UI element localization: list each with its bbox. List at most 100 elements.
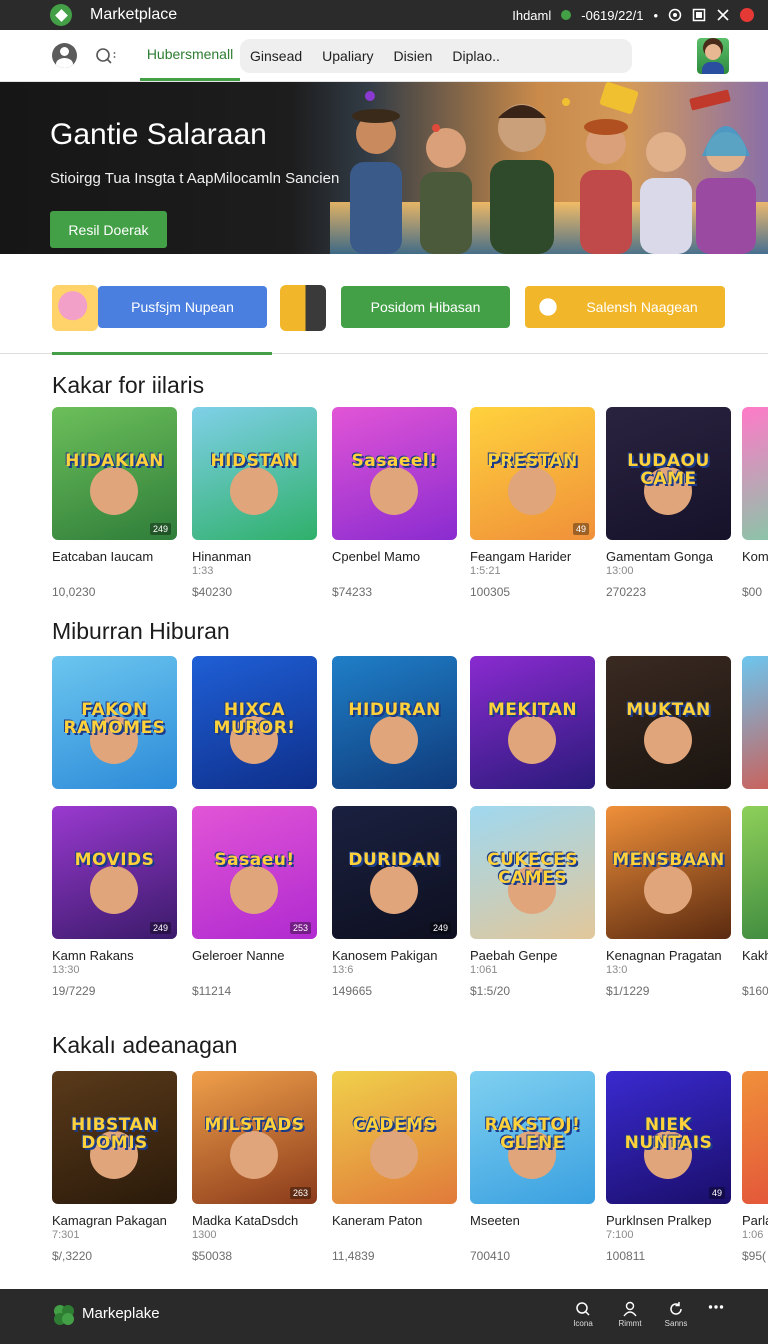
game-name: Hinanman: [192, 549, 252, 564]
status-text: Ihdaml: [512, 7, 552, 23]
game-price: 149665: [332, 984, 373, 998]
game-card[interactable]: MUKTAN: [606, 656, 731, 789]
game-card[interactable]: DURIDAN 249 Kanosem Pakigan 13:6 149665: [332, 806, 457, 998]
game-card[interactable]: MEKITAN: [470, 656, 595, 789]
game-card[interactable]: CADEMS Kaneram Paton 11,4839: [332, 1071, 457, 1263]
game-thumbnail[interactable]: MUKTAN: [606, 656, 731, 789]
game-card[interactable]: Sasaeel! Cpenbel Mamo $74233: [332, 407, 457, 599]
game-thumbnail[interactable]: LUDAOU CAME: [606, 407, 731, 540]
hero-banner: Gantie Salaraan Stioirgg Tua Insgta t Aa…: [0, 82, 768, 254]
game-card[interactable]: RAKSTOJ! GLENE Mseeten 700410: [470, 1071, 595, 1263]
game-thumbnail[interactable]: HIBSTAN DOMIS: [52, 1071, 177, 1204]
game-thumbnail[interactable]: FAKON RAMOMES: [52, 656, 177, 789]
game-name: Kanosem Pakigan: [332, 948, 438, 963]
brand-logo-icon: [54, 1305, 74, 1325]
tab-1[interactable]: Ginsead: [240, 48, 312, 64]
game-thumbnail[interactable]: Sasaeu! 253: [192, 806, 317, 939]
thumbnail-title: MUKTAN: [626, 700, 711, 721]
game-thumbnail[interactable]: HIDSTAN: [192, 407, 317, 540]
game-price: $1/1229: [606, 984, 650, 998]
hero-title: Gantie Salaraan: [50, 118, 267, 151]
game-card[interactable]: HIDURAN: [332, 656, 457, 789]
thumbnail-title: MEKITAN: [487, 700, 578, 721]
game-price: $00: [742, 585, 763, 599]
bottom-more-button[interactable]: [696, 1303, 736, 1313]
character-illustration: [230, 467, 278, 515]
bottom-search-button[interactable]: Icona: [563, 1301, 603, 1328]
bottom-refresh-button[interactable]: Sanns: [656, 1301, 696, 1328]
game-meta: 7:100: [606, 1229, 634, 1241]
game-card[interactable]: [742, 656, 768, 789]
wifi-icon: [668, 8, 682, 22]
character-illustration: [370, 866, 418, 914]
thumbnail-title: RAKSTOJ! GLENE: [484, 1115, 581, 1154]
notification-icon[interactable]: [740, 8, 754, 22]
thumbnail-title: HIDSTAN: [210, 451, 299, 472]
game-card[interactable]: Parla1:06 $95(: [742, 1071, 768, 1263]
thumbnail-title: MOVIDS: [74, 850, 155, 871]
profile-avatar[interactable]: [697, 38, 729, 74]
game-price: $40230: [192, 585, 233, 599]
game-thumbnail[interactable]: [742, 1071, 768, 1204]
account-icon[interactable]: [52, 43, 77, 68]
game-card[interactable]: HIDSTAN Hinanman 1:33 $40230: [192, 407, 317, 599]
game-thumbnail[interactable]: CUKECES CAMES: [470, 806, 595, 939]
game-thumbnail[interactable]: DURIDAN 249: [332, 806, 457, 939]
tab-3[interactable]: Disien: [384, 48, 443, 64]
game-thumbnail[interactable]: MENSBAAN: [606, 806, 731, 939]
game-meta: 1:061: [470, 964, 498, 976]
game-price: $74233: [332, 585, 373, 599]
thumbnail-title: HIDURAN: [348, 700, 441, 721]
thumbnail-badge: 49: [708, 1187, 725, 1199]
action-button-2[interactable]: Posidom Hibasan: [341, 286, 510, 328]
game-card[interactable]: MENSBAAN Kenagnan Pragatan 13:0 $1/1229: [606, 806, 731, 998]
character-illustration: [644, 716, 692, 764]
tab-2[interactable]: Upaliary: [312, 48, 383, 64]
game-thumbnail[interactable]: Sasaeel!: [332, 407, 457, 540]
hero-cta-button[interactable]: Resil Doerak: [50, 211, 167, 248]
game-card[interactable]: HIBSTAN DOMIS Kamagran Pakagan 7:301 $/,322…: [52, 1071, 177, 1263]
active-indicator: [52, 352, 272, 355]
game-card[interactable]: LUDAOU CAME Gamentam Gonga 13:00 270223: [606, 407, 731, 599]
game-thumbnail[interactable]: [742, 656, 768, 789]
game-thumbnail[interactable]: MEKITAN: [470, 656, 595, 789]
tab-4[interactable]: Diplao..: [442, 48, 509, 64]
tab-active[interactable]: Hubersmenall: [140, 30, 240, 81]
game-thumbnail[interactable]: MILSTADS 263: [192, 1071, 317, 1204]
game-card[interactable]: MILSTADS 263 Madka KataDsdch 1300 $50038: [192, 1071, 317, 1263]
game-thumbnail[interactable]: MOVIDS 249: [52, 806, 177, 939]
game-price: $/,3220: [52, 1249, 93, 1263]
game-card[interactable]: Kakh $160: [742, 806, 768, 998]
game-name: Kamagran Pakagan: [52, 1213, 167, 1228]
character-illustration: [230, 866, 278, 914]
search-icon[interactable]: [95, 46, 117, 66]
game-thumbnail[interactable]: HIDURAN: [332, 656, 457, 789]
game-thumbnail[interactable]: HIXCA MUROR!: [192, 656, 317, 789]
action-button-1[interactable]: Pusfsjm Nupean: [98, 286, 267, 328]
bottom-profile-button[interactable]: Rimmt: [610, 1301, 650, 1328]
game-thumbnail[interactable]: NIEK NUNTAIS 49: [606, 1071, 731, 1204]
game-card[interactable]: PRESTAN 49 Feangam Harider 1:5:21 100305: [470, 407, 595, 599]
game-thumbnail[interactable]: JA: [742, 407, 768, 540]
game-price: 270223: [606, 585, 647, 599]
game-card[interactable]: MOVIDS 249 Kamn Rakans 13:30 19/7229: [52, 806, 177, 998]
game-thumbnail[interactable]: [742, 806, 768, 939]
game-card[interactable]: HIDAKIAN 249 Eatcaban Iaucam 10,0230: [52, 407, 177, 599]
game-card[interactable]: NIEK NUNTAIS 49 Purklnsen Pralkep 7:100 1008…: [606, 1071, 731, 1263]
thumbnail-title: MENSBAAN: [612, 850, 725, 871]
game-meta: [192, 964, 317, 977]
game-card[interactable]: Sasaeu! 253 Geleroer Nanne $11214: [192, 806, 317, 998]
signal-icon: [717, 9, 729, 21]
person-icon: [623, 1301, 637, 1317]
game-thumbnail[interactable]: CADEMS: [332, 1071, 457, 1204]
app-title: Marketplace: [90, 6, 178, 23]
game-card[interactable]: FAKON RAMOMES: [52, 656, 177, 789]
game-card[interactable]: CUKECES CAMES Paebah Genpe 1:061 $1:5/20: [470, 806, 595, 998]
game-thumbnail[interactable]: PRESTAN 49: [470, 407, 595, 540]
game-card[interactable]: JA Kom $00: [742, 407, 768, 599]
game-thumbnail[interactable]: HIDAKIAN 249: [52, 407, 177, 540]
game-thumbnail[interactable]: RAKSTOJ! GLENE: [470, 1071, 595, 1204]
thumbnail-badge: 253: [289, 922, 311, 934]
game-card[interactable]: HIXCA MUROR!: [192, 656, 317, 789]
status-icons: Ihdaml -0619/22/1 •: [512, 8, 754, 23]
